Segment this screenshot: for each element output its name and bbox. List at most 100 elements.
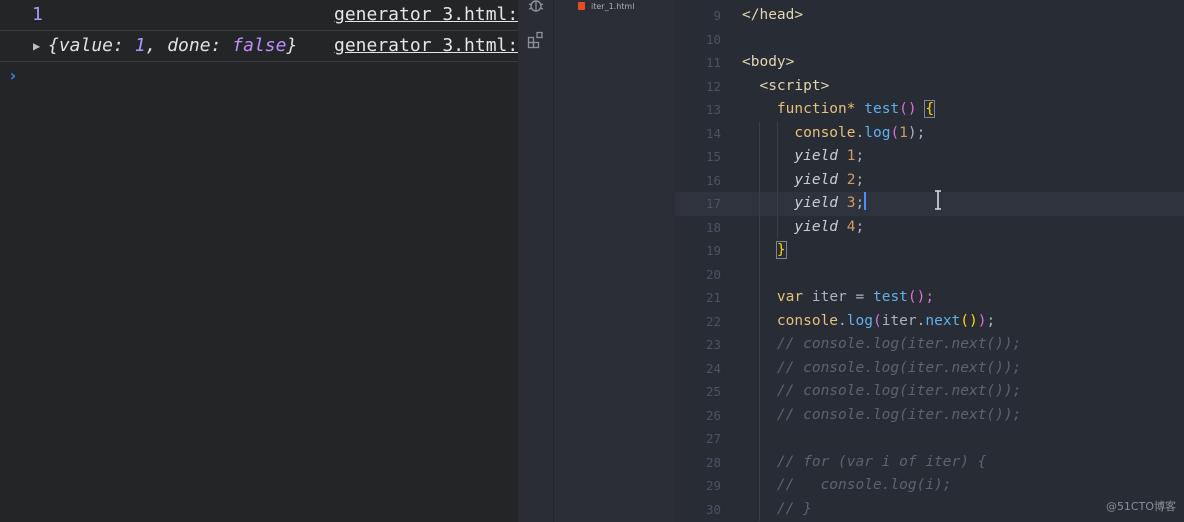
code-comment: // console.log(iter.next()); [776, 383, 1022, 399]
code-line[interactable]: 24 // console.log(iter.next()); [675, 356, 1184, 381]
line-number: 17 [705, 196, 721, 211]
code-line[interactable]: 19 } [675, 239, 1184, 263]
code-text: </head> [742, 4, 803, 28]
code-line[interactable]: 16 yield 2; [675, 168, 1184, 193]
line-number: 21 [705, 290, 721, 305]
code-method: log [864, 124, 891, 141]
code-comment: // for (var i of iter) { [776, 453, 987, 470]
code-operator: = [855, 289, 865, 305]
log-value: 1 [32, 4, 43, 25]
code-variable: iter [881, 312, 917, 329]
activity-bar [518, 0, 553, 522]
code-text: yield 4; [742, 216, 864, 240]
code-line[interactable]: 25 // console.log(iter.next()); [675, 380, 1184, 404]
code-line[interactable]: 12 <script> [675, 75, 1184, 99]
code-paren: ( [890, 124, 900, 141]
code-punct: ; [855, 195, 865, 211]
line-number: 23 [705, 337, 721, 352]
indent-guide [759, 427, 761, 451]
code-text: // } [742, 498, 812, 522]
code-line[interactable]: 27 [675, 427, 1184, 451]
code-line[interactable]: 28 // for (var i of iter) { [675, 450, 1184, 475]
code-number: 1 [846, 148, 856, 164]
file-name: iter_1.html [591, 2, 635, 11]
line-number: 28 [705, 454, 721, 470]
extensions-icon[interactable] [527, 31, 545, 49]
code-line[interactable]: 13 function* test() { [675, 98, 1184, 122]
code-token: </head> [742, 7, 804, 23]
code-line[interactable]: 22 console.log(iter.next()); [675, 309, 1184, 333]
code-line[interactable]: 29 // console.log(i); [675, 474, 1184, 498]
code-comment: // } [776, 500, 812, 517]
code-line[interactable]: 11 <body> [675, 51, 1184, 75]
object-value-bool: false [232, 35, 287, 56]
line-number: 12 [705, 78, 721, 94]
html-file-icon [578, 2, 585, 10]
code-keyword: yield [794, 171, 839, 188]
console-log-line: ▶ {value: 1, done: false} generator 3.ht… [0, 31, 518, 62]
code-comment: // console.log(iter.next()); [776, 336, 1022, 352]
source-link[interactable]: generator 3.html: [334, 31, 518, 61]
code-keyword: yield [794, 148, 839, 164]
code-comment: // console.log(i); [776, 477, 952, 493]
code-number: 1 [899, 124, 908, 141]
code-line[interactable]: 9 </head> [675, 4, 1184, 28]
code-text: } [742, 239, 787, 263]
object-separator: , done: [145, 35, 233, 56]
code-comment: // console.log(iter.next()); [776, 406, 1022, 423]
source-link[interactable]: generator 3.html: [334, 0, 518, 30]
code-line[interactable]: 23 // console.log(iter.next()); [675, 333, 1184, 357]
code-line[interactable]: 26 // console.log(iter.next()); [675, 403, 1184, 428]
code-line[interactable]: 21 var iter = test(); [675, 286, 1184, 310]
console-prompt-icon[interactable]: › [8, 66, 18, 85]
code-token: <body> [742, 54, 795, 70]
watermark: @51CTO博客 [1105, 500, 1176, 513]
line-number: 9 [713, 8, 721, 23]
line-number: 22 [705, 313, 721, 329]
code-punct: ; [855, 148, 865, 164]
code-number: 2 [846, 171, 856, 188]
code-text: // console.log(iter.next()); [742, 333, 1021, 357]
code-keyword: yield [794, 218, 839, 235]
line-number: 18 [705, 219, 721, 235]
code-line[interactable]: 15 yield 1; [675, 145, 1184, 169]
expand-triangle-icon[interactable]: ▶ [33, 31, 40, 61]
line-number: 16 [705, 172, 721, 188]
file-explorer: iter_1.html [553, 0, 676, 522]
line-number: 25 [705, 384, 721, 399]
code-line[interactable]: 17 yield 3; [675, 192, 1184, 216]
code-dot: . [855, 124, 865, 141]
line-number: 15 [705, 149, 721, 164]
code-text: <body> [742, 51, 794, 75]
code-variable: iter [811, 289, 847, 305]
code-editor[interactable]: 9 </head> 10 11 <body> 12 <script> 13 function… [675, 0, 1184, 522]
code-brace: } [775, 241, 787, 259]
code-text: // console.log(iter.next()); [742, 404, 1021, 428]
code-number: 4 [846, 218, 856, 235]
explorer-file-item[interactable]: iter_1.html [578, 2, 634, 11]
code-object: console [794, 124, 856, 141]
code-object: console [776, 312, 839, 329]
line-number: 19 [705, 243, 721, 258]
code-function-name: test [872, 289, 908, 305]
code-punct: ; [855, 171, 865, 188]
code-line[interactable]: 18 yield 4; [675, 215, 1184, 240]
code-text: var iter = test(); [742, 286, 934, 310]
code-text: yield 2; [742, 169, 864, 193]
code-text: console.log(1); [742, 122, 925, 146]
code-text: // console.log(i); [742, 474, 952, 498]
code-line[interactable]: 10 [675, 28, 1184, 52]
code-line[interactable]: 20 [675, 262, 1184, 286]
code-text: yield 1; [742, 145, 864, 169]
code-text: yield 3; [742, 192, 867, 216]
code-text: // console.log(iter.next()); [742, 357, 1021, 381]
indent-guide [759, 262, 761, 286]
object-preview[interactable]: {value: 1, done: false} [48, 31, 297, 61]
code-punct: ); [907, 124, 926, 141]
code-text: // for (var i of iter) { [742, 451, 987, 475]
bug-icon[interactable] [527, 0, 545, 14]
line-number: 20 [705, 266, 721, 282]
code-punct: (); [907, 289, 935, 305]
code-line[interactable]: 14 console.log(1); [675, 121, 1184, 146]
text-caret [864, 192, 867, 210]
